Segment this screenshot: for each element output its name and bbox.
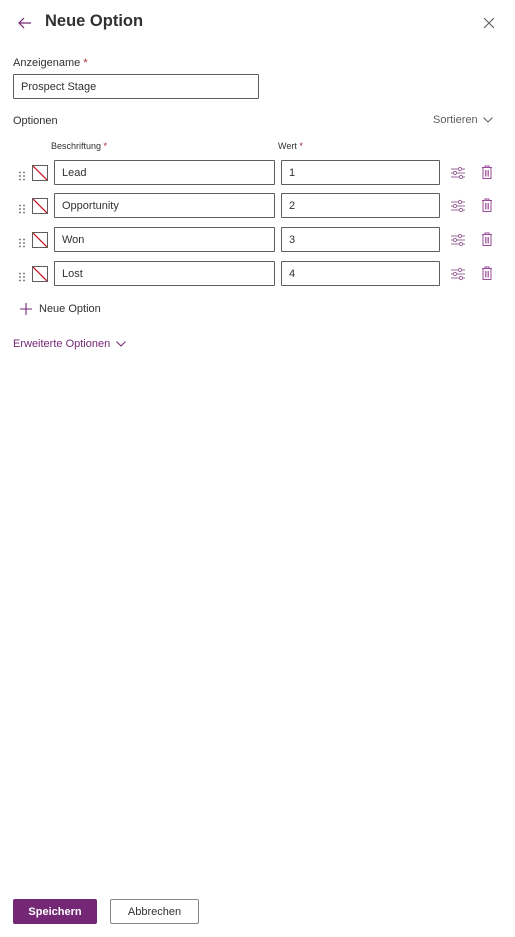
settings-sliders-icon xyxy=(451,233,465,247)
back-button[interactable] xyxy=(16,14,34,32)
add-option-label: Neue Option xyxy=(39,303,101,315)
column-value-text: Wert xyxy=(278,141,297,151)
drag-handle-icon xyxy=(19,171,25,181)
delete-option-button[interactable] xyxy=(479,164,495,180)
plus-icon xyxy=(20,303,32,315)
drag-handle[interactable] xyxy=(18,168,26,181)
sort-button[interactable]: Sortieren xyxy=(433,114,493,126)
no-color-icon xyxy=(33,166,47,180)
option-settings-button[interactable] xyxy=(450,165,466,181)
column-header-value: Wert * xyxy=(278,141,303,151)
option-value-input[interactable] xyxy=(281,193,440,218)
display-name-label-text: Anzeigename xyxy=(13,57,81,69)
display-name-input[interactable] xyxy=(13,74,259,99)
option-label-input[interactable] xyxy=(54,227,275,252)
save-button[interactable]: Speichern xyxy=(13,899,97,924)
panel-title: Neue Option xyxy=(45,12,144,30)
color-picker-button[interactable] xyxy=(32,232,48,248)
required-marker: * xyxy=(299,141,303,151)
settings-sliders-icon xyxy=(451,199,465,213)
color-picker-button[interactable] xyxy=(32,165,48,181)
trash-icon xyxy=(482,232,492,246)
settings-sliders-icon xyxy=(451,267,465,281)
delete-option-button[interactable] xyxy=(479,197,495,213)
no-color-icon xyxy=(33,233,47,247)
option-settings-button[interactable] xyxy=(450,198,466,214)
option-value-input[interactable] xyxy=(281,227,440,252)
option-label-input[interactable] xyxy=(54,193,275,218)
no-color-icon xyxy=(33,199,47,213)
advanced-options-label: Erweiterte Optionen xyxy=(13,338,111,350)
delete-option-button[interactable] xyxy=(479,231,495,247)
close-icon xyxy=(483,17,495,29)
option-value-input[interactable] xyxy=(281,261,440,286)
no-color-icon xyxy=(33,267,47,281)
column-header-label: Beschriftung * xyxy=(51,141,107,151)
sort-label: Sortieren xyxy=(433,114,478,126)
options-section-label: Optionen xyxy=(13,115,58,127)
settings-sliders-icon xyxy=(451,166,465,180)
drag-handle[interactable] xyxy=(18,235,26,248)
trash-icon xyxy=(482,266,492,280)
drag-handle-icon xyxy=(19,238,25,248)
option-label-input[interactable] xyxy=(54,160,275,185)
option-settings-button[interactable] xyxy=(450,266,466,282)
advanced-options-toggle[interactable]: Erweiterte Optionen xyxy=(13,338,127,350)
add-option-button[interactable]: Neue Option xyxy=(19,302,101,316)
arrow-left-icon xyxy=(18,17,31,29)
close-button[interactable] xyxy=(482,16,496,30)
delete-option-button[interactable] xyxy=(479,265,495,281)
required-marker: * xyxy=(103,141,108,151)
display-name-label: Anzeigename * xyxy=(13,57,88,69)
chevron-down-icon xyxy=(116,341,127,347)
color-picker-button[interactable] xyxy=(32,198,48,214)
required-marker: * xyxy=(83,57,88,69)
panel-header: Neue Option xyxy=(0,0,515,46)
option-settings-button[interactable] xyxy=(450,232,466,248)
drag-handle-icon xyxy=(19,272,25,282)
option-value-input[interactable] xyxy=(281,160,440,185)
drag-handle[interactable] xyxy=(18,269,26,282)
option-label-input[interactable] xyxy=(54,261,275,286)
column-label-text: Beschriftung xyxy=(51,141,102,151)
drag-handle-icon xyxy=(19,204,25,214)
trash-icon xyxy=(482,198,492,212)
drag-handle[interactable] xyxy=(18,201,26,214)
trash-icon xyxy=(482,165,492,179)
chevron-down-icon xyxy=(482,117,493,123)
color-picker-button[interactable] xyxy=(32,266,48,282)
cancel-button[interactable]: Abbrechen xyxy=(110,899,199,924)
